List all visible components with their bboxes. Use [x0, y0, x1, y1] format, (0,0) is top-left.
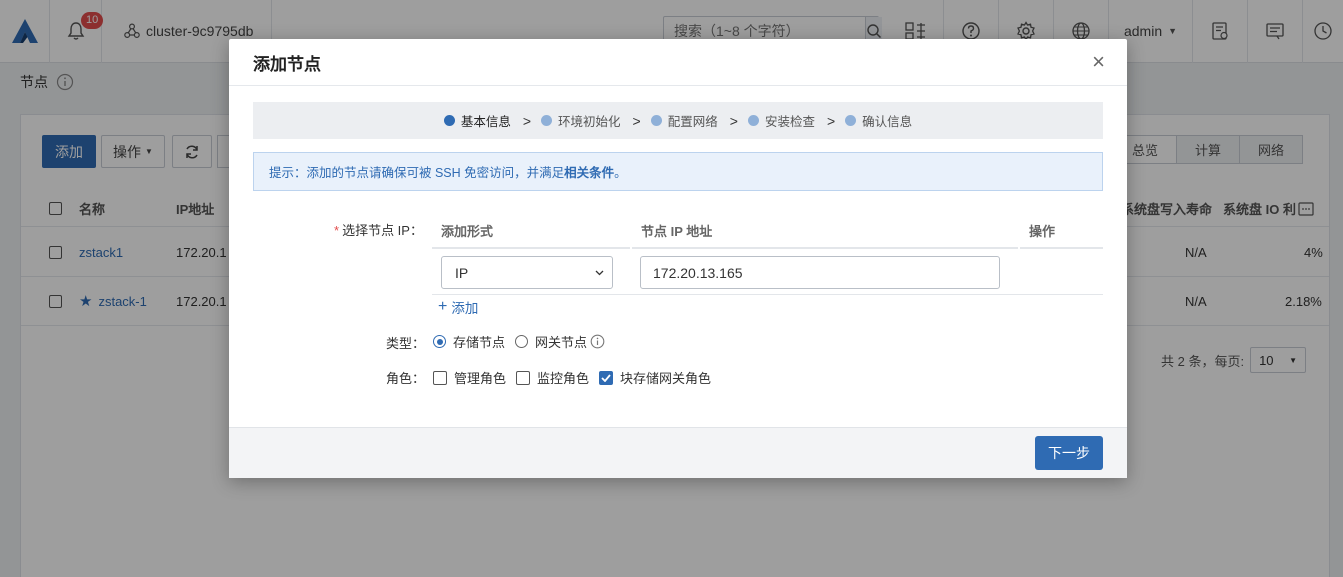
- role-monitor-label: 监控角色: [537, 371, 590, 386]
- step-network: 配置网络: [650, 111, 718, 130]
- ip-table: 添加形式 节点 IP 地址 操作 IP: [432, 214, 1103, 295]
- wizard-steps: 基本信息 > 环境初始化 > 配置网络 > 安装检查 > 确认信息: [253, 102, 1103, 139]
- step-label: 安装检查: [764, 115, 815, 129]
- step-dot-icon: [541, 115, 553, 126]
- radio-selected[interactable]: [433, 335, 446, 348]
- ip-table-row: IP: [432, 249, 1103, 295]
- step-label: 确认信息: [862, 115, 913, 129]
- role-options: 管理角色 监控角色 块存储网关角色: [433, 368, 721, 387]
- checkbox-unchecked[interactable]: [516, 370, 531, 385]
- step-dot-icon: [845, 115, 857, 126]
- step-dot-icon: [443, 115, 455, 126]
- role-option-management[interactable]: 管理角色: [433, 368, 506, 387]
- role-label: 角色：: [386, 371, 426, 386]
- close-icon[interactable]: ×: [1092, 51, 1105, 73]
- step-label: 配置网络: [667, 115, 718, 129]
- modal-footer: 下一步: [229, 427, 1127, 478]
- col-operation: 操作: [1020, 214, 1103, 249]
- ip-label-text: 选择节点 IP：: [342, 223, 423, 238]
- type-options: 存储节点 网关节点: [433, 332, 615, 351]
- modal-title: 添加节点: [253, 54, 321, 74]
- role-option-monitor[interactable]: 监控角色: [516, 368, 589, 387]
- add-mode-select[interactable]: IP: [441, 256, 613, 289]
- checkmark-icon: [601, 373, 611, 382]
- add-ip-row-button[interactable]: + 添加: [438, 297, 478, 317]
- add-node-modal: 添加节点 × 基本信息 > 环境初始化 > 配置网络 > 安装检查 > 确认信息…: [229, 39, 1127, 478]
- ip-field-label: * 选择节点 IP：: [334, 220, 423, 239]
- step-dot-icon: [650, 115, 662, 126]
- role-management-label: 管理角色: [454, 371, 507, 386]
- chevron-right-icon: >: [826, 112, 836, 129]
- role-option-block-gateway[interactable]: 块存储网关角色: [599, 368, 711, 387]
- step-install-check: 安装检查: [747, 111, 815, 130]
- info-icon[interactable]: [590, 334, 605, 349]
- checkbox-checked[interactable]: [599, 370, 614, 385]
- type-option-gateway[interactable]: 网关节点: [515, 332, 605, 351]
- checkbox-unchecked[interactable]: [433, 370, 447, 385]
- step-env-init: 环境初始化: [541, 111, 621, 130]
- add-mode-value: IP: [455, 264, 469, 281]
- step-label: 环境初始化: [558, 115, 621, 129]
- type-storage-label: 存储节点: [453, 335, 506, 350]
- tip-text: 提示：添加的节点请确保可被 SSH 免密访问，并满足: [269, 166, 565, 180]
- radio-unselected[interactable]: [515, 335, 529, 348]
- conditions-link[interactable]: 相关条件: [564, 162, 614, 181]
- type-option-storage[interactable]: 存储节点: [433, 332, 505, 351]
- node-ip-input[interactable]: [640, 256, 1000, 289]
- type-gateway-label: 网关节点: [535, 335, 588, 350]
- chevron-right-icon: >: [729, 112, 738, 129]
- step-label: 基本信息: [460, 115, 511, 129]
- step-basic-info: 基本信息: [443, 111, 511, 130]
- col-add-mode: 添加形式: [432, 214, 630, 249]
- tip-banner: 提示：添加的节点请确保可被 SSH 免密访问，并满足 相关条件。: [253, 152, 1103, 191]
- ip-table-header: 添加形式 节点 IP 地址 操作: [432, 214, 1103, 249]
- type-label: 类型：: [386, 336, 426, 351]
- chevron-down-icon: [595, 270, 604, 275]
- step-confirm: 确认信息: [845, 111, 912, 130]
- role-block-gateway-label: 块存储网关角色: [620, 371, 712, 386]
- next-step-button[interactable]: 下一步: [1035, 436, 1103, 470]
- chevron-right-icon: >: [522, 112, 532, 129]
- plus-icon: +: [438, 298, 448, 315]
- col-node-ip: 节点 IP 地址: [632, 214, 1018, 249]
- modal-header: 添加节点 ×: [229, 39, 1127, 86]
- tip-end: 。: [614, 166, 627, 180]
- add-ip-row-label: 添加: [451, 301, 479, 316]
- chevron-right-icon: >: [632, 112, 641, 129]
- step-dot-icon: [747, 115, 759, 126]
- required-mark: *: [334, 223, 340, 238]
